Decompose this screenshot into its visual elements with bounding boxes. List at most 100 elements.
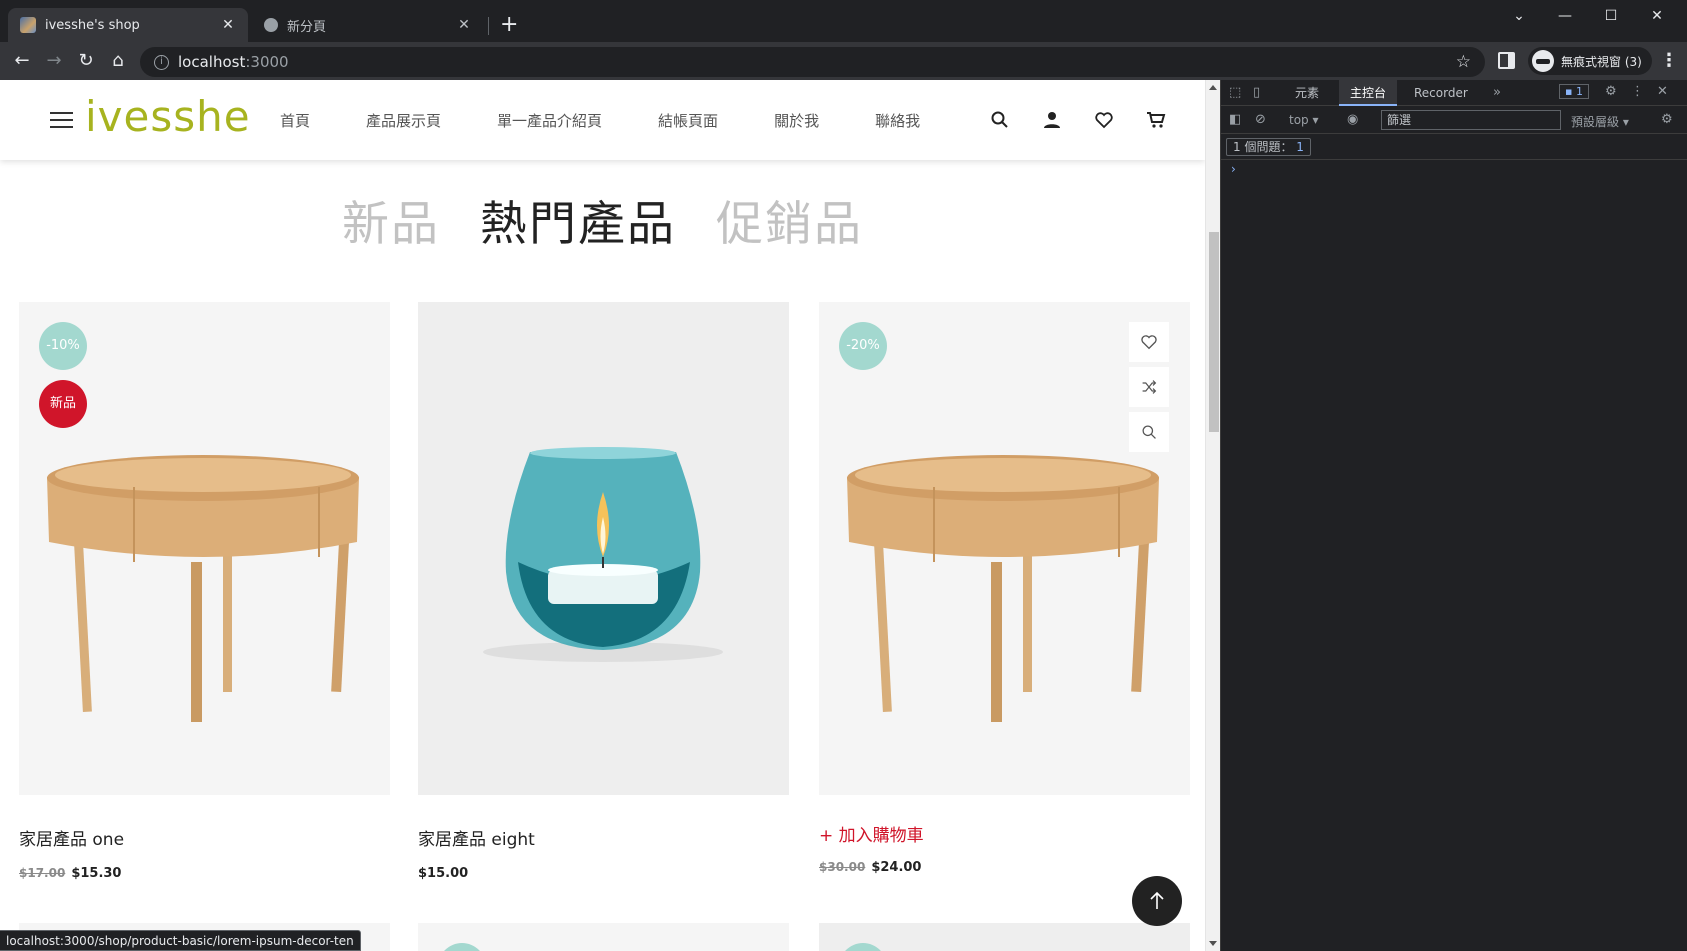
product-name[interactable]: 家居產品 eight	[418, 825, 789, 850]
sidebar-toggle-icon[interactable]: ◧	[1229, 112, 1241, 127]
messages-count: 1	[1575, 85, 1583, 98]
shuffle-icon	[1142, 380, 1157, 394]
close-tab-icon[interactable]: ✕	[220, 17, 236, 33]
web-page: ivesshe 首頁 產品展示頁 單一產品介紹頁 結帳頁面 關於我 聯絡我 新品…	[0, 80, 1220, 951]
log-levels-dropdown[interactable]: 預設層級 ▾	[1571, 113, 1629, 130]
status-bar-url: localhost:3000/shop/product-basic/lorem-…	[0, 930, 361, 951]
devtools-menu-icon[interactable]: ⋮	[1631, 84, 1644, 99]
site-header: ivesshe 首頁 產品展示頁 單一產品介紹頁 結帳頁面 關於我 聯絡我	[0, 80, 1205, 160]
nav-item-product-detail[interactable]: 單一產品介紹頁	[497, 110, 602, 131]
scroll-down-arrow-icon[interactable]	[1209, 941, 1217, 946]
close-devtools-icon[interactable]: ✕	[1657, 84, 1668, 99]
header-icons	[990, 110, 1198, 130]
hamburger-menu-icon[interactable]	[50, 112, 73, 128]
maximize-icon[interactable]: ☐	[1588, 4, 1634, 28]
current-price: $15.00	[418, 866, 469, 881]
search-icon[interactable]	[990, 110, 1010, 130]
browser-toolbar: ← → ↻ ⌂ i localhost:3000 ☆ 無痕式視窗 (3) ⋮	[0, 42, 1687, 80]
minimize-icon[interactable]: —	[1542, 4, 1588, 28]
tab-sale-products[interactable]: 促銷品	[716, 197, 863, 252]
new-badge: 新品	[39, 380, 87, 428]
arrow-up-icon	[1150, 891, 1164, 909]
log-levels-label: 預設層級	[1571, 115, 1620, 129]
nav-item-about[interactable]: 關於我	[774, 110, 819, 131]
side-panel-icon[interactable]	[1498, 52, 1515, 69]
bookmark-star-icon[interactable]: ☆	[1456, 52, 1471, 72]
profile-button[interactable]: 無痕式視窗 (3)	[1528, 47, 1652, 75]
close-window-icon[interactable]: ✕	[1634, 4, 1680, 28]
glass-candle-image	[418, 302, 789, 795]
product-card[interactable]	[819, 923, 1190, 951]
new-tab-button[interactable]: +	[500, 12, 518, 38]
nav-item-products[interactable]: 產品展示頁	[366, 110, 441, 131]
nav-item-contact[interactable]: 聯絡我	[875, 110, 920, 131]
tab-new-products[interactable]: 新品	[342, 197, 440, 252]
messages-count-badge[interactable]: ▪ 1	[1559, 84, 1589, 99]
console-settings-gear-icon[interactable]: ⚙	[1661, 112, 1673, 127]
compare-button[interactable]	[1129, 367, 1169, 407]
product-image[interactable]	[418, 302, 789, 795]
tab-search-icon[interactable]: ⌄	[1496, 4, 1542, 28]
address-bar[interactable]: i localhost:3000 ☆	[140, 47, 1485, 77]
more-tabs-icon[interactable]: »	[1493, 85, 1501, 100]
product-card[interactable]	[418, 923, 789, 951]
browser-chrome: ivesshe's shop ✕ 新分頁 ✕ + ⌄ — ☐ ✕ ← → ↻ ⌂…	[0, 0, 1687, 80]
console-toolbar: ◧ ⊘ top ▾ ◉ 篩選 預設層級 ▾ ⚙	[1221, 106, 1687, 134]
tab-popular-products[interactable]: 熱門產品	[480, 197, 676, 252]
add-to-cart-button[interactable]: + 加入購物車	[819, 821, 1190, 846]
home-icon[interactable]: ⌂	[106, 49, 130, 73]
back-icon[interactable]: ←	[10, 49, 34, 73]
devtools-tab-bar: ⬚ ▯ 元素 主控台 Recorder » ▪ 1 ⚙ ⋮ ✕	[1221, 80, 1687, 106]
reload-icon[interactable]: ↻	[74, 49, 98, 73]
console-filter-input[interactable]: 篩選	[1381, 110, 1561, 130]
product-card[interactable]: -20% + 加入購物車 $30.00 $24.00	[819, 302, 1190, 875]
scroll-up-arrow-icon[interactable]	[1209, 85, 1217, 90]
forward-icon[interactable]: →	[42, 49, 66, 73]
devtools-tab-recorder[interactable]: Recorder	[1403, 80, 1479, 106]
devtools-tab-console[interactable]: 主控台	[1339, 80, 1398, 106]
tab-ivesshe-shop[interactable]: ivesshe's shop ✕	[8, 8, 248, 42]
product-price: $15.00	[418, 866, 789, 881]
clear-console-icon[interactable]: ⊘	[1255, 112, 1266, 127]
user-icon[interactable]	[1042, 110, 1062, 130]
close-tab-icon[interactable]: ✕	[456, 17, 472, 33]
site-favicon-icon	[20, 17, 36, 33]
issues-button[interactable]: 1 個問題： 1	[1226, 138, 1311, 156]
inspect-element-icon[interactable]: ⬚	[1229, 85, 1241, 100]
context-selector[interactable]: top ▾	[1289, 113, 1319, 127]
product-image[interactable]: -10% 新品	[19, 302, 390, 795]
context-value: top	[1289, 113, 1309, 127]
wooden-table-image	[19, 302, 390, 795]
scroll-to-top-button[interactable]	[1132, 876, 1182, 926]
browser-menu-icon[interactable]: ⋮	[1660, 50, 1678, 72]
heart-icon[interactable]	[1094, 110, 1114, 130]
site-info-icon[interactable]: i	[154, 54, 169, 70]
nav-item-home[interactable]: 首頁	[280, 110, 310, 131]
console-prompt[interactable]: ›	[1231, 162, 1236, 176]
product-image[interactable]: -20%	[819, 302, 1190, 795]
settings-gear-icon[interactable]: ⚙	[1605, 84, 1617, 99]
product-card[interactable]: 家居產品 eight $15.00	[418, 302, 789, 881]
product-section-tabs: 新品 熱門產品 促銷品	[0, 185, 1205, 254]
product-card[interactable]: -10% 新品 家居產品 one $17.00 $15.30	[19, 302, 390, 881]
issues-count: 1	[1296, 140, 1304, 154]
profile-label: 無痕式視窗 (3)	[1561, 54, 1642, 69]
tab-new-tab[interactable]: 新分頁 ✕	[252, 8, 484, 42]
nav-item-checkout[interactable]: 結帳頁面	[658, 110, 718, 131]
page-scrollbar[interactable]	[1205, 80, 1220, 951]
scrollbar-thumb[interactable]	[1209, 232, 1219, 432]
quick-view-button[interactable]	[1129, 412, 1169, 452]
devtools-panel: ⬚ ▯ 元素 主控台 Recorder » ▪ 1 ⚙ ⋮ ✕ ◧ ⊘ top …	[1220, 80, 1687, 951]
product-name[interactable]: 家居產品 one	[19, 825, 390, 850]
live-expression-eye-icon[interactable]: ◉	[1347, 112, 1358, 127]
devtools-tab-elements[interactable]: 元素	[1284, 80, 1330, 106]
old-price: $30.00	[819, 860, 866, 874]
current-price: $15.30	[71, 866, 122, 881]
wishlist-button[interactable]	[1129, 322, 1169, 362]
discount-badge	[438, 943, 486, 951]
tab-separator	[488, 17, 489, 35]
site-logo[interactable]: ivesshe	[85, 92, 251, 141]
discount-badge: -10%	[39, 322, 87, 370]
device-toolbar-icon[interactable]: ▯	[1253, 85, 1260, 100]
cart-icon[interactable]	[1146, 110, 1166, 130]
